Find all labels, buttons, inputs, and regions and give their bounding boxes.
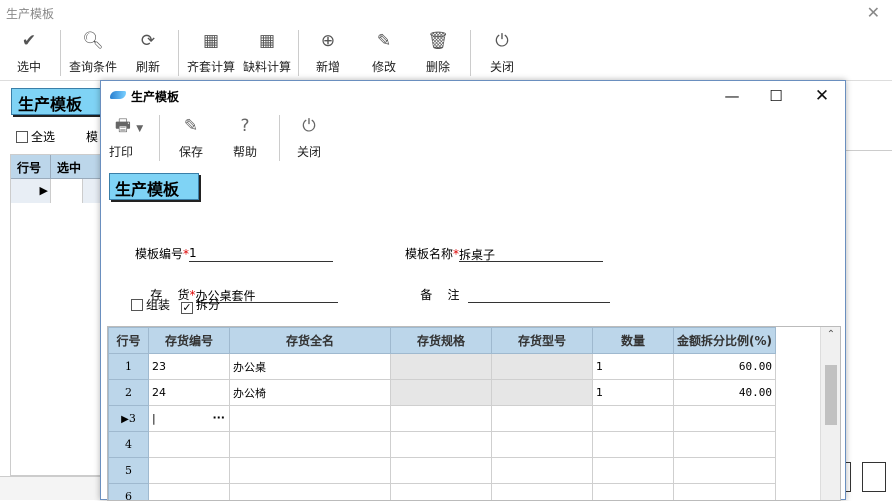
scroll-up-icon[interactable]: ⌃ [821, 329, 841, 340]
grid-header-row: 行号 存货编号 存货全名 存货规格 存货型号 数量 金额拆分比例(%) [109, 328, 776, 354]
dialog-toolbar: 🖶︎ ▼ 打印 ✎ 保存 ? 帮助 ⏻ 关闭 [101, 111, 845, 167]
main-statusbar [0, 476, 100, 500]
grid-header-rowno: 行号 [11, 155, 51, 178]
header-code[interactable]: 存货编号 [149, 328, 230, 354]
save-button[interactable]: ✎ 保存 [173, 111, 209, 166]
template-name-field: 模板名称*拆桌子 [405, 245, 603, 262]
row-pointer-icon: ▶ [121, 414, 129, 425]
split-checkbox[interactable]: ✓拆分 [181, 296, 220, 314]
remark-input[interactable] [468, 287, 610, 303]
select-all-checkbox[interactable]: 全选 [16, 128, 55, 145]
dialog-close-button[interactable]: ⏻ 关闭 [291, 111, 327, 166]
minimize-icon[interactable]: — [717, 85, 747, 107]
table-row-active[interactable]: ▶3 |··· [109, 406, 776, 432]
assemble-checkbox[interactable]: 组装 [131, 296, 170, 313]
query-conditions-button[interactable]: 🔍︎ 查询条件 [66, 26, 120, 81]
ellipsis-button[interactable]: ··· [212, 411, 225, 424]
delete-button[interactable]: 🗑︎ 删除 [418, 26, 458, 81]
edit-icon: ✎ [364, 26, 404, 56]
template-no-field: 模板编号*1 [135, 245, 333, 262]
template-name-input[interactable]: 拆桌子 [459, 246, 603, 262]
table-row[interactable]: ▶ [11, 179, 101, 203]
header-model[interactable]: 存货型号 [492, 328, 593, 354]
print-button[interactable]: 🖶︎ ▼ 打印 [107, 111, 151, 166]
table-row[interactable]: 6 [109, 484, 776, 501]
table-row[interactable]: 4 [109, 432, 776, 458]
maximize-icon[interactable]: ☐ [761, 85, 791, 107]
pen-icon: ✎ [173, 111, 209, 141]
plus-circle-icon: ⊕ [308, 26, 348, 56]
main-heading: 生产模板 [11, 88, 101, 115]
grid-scrollbar[interactable]: ⌃ [820, 327, 840, 501]
checkbox-box [131, 299, 143, 311]
checkbox-box [16, 131, 28, 143]
close-icon[interactable]: ✕ [807, 85, 837, 107]
template-dialog: 生产模板 — ☐ ✕ 🖶︎ ▼ 打印 ✎ 保存 ? 帮助 ⏻ 关闭 生产模板 模… [100, 80, 846, 500]
header-ratio[interactable]: 金额拆分比例(%) [674, 328, 776, 354]
calculator-icon: ▦ [184, 26, 238, 56]
search-icon: 🔍︎ [66, 26, 120, 56]
main-window-titlebar: 生产模板 ✕ [0, 0, 892, 26]
header-name[interactable]: 存货全名 [230, 328, 391, 354]
refresh-icon: ⟳ [128, 26, 168, 56]
template-no-input[interactable]: 1 [189, 246, 333, 262]
power-icon: ⏻ [291, 111, 327, 141]
table-row[interactable]: 1 23 办公桌 1 60.00 [109, 354, 776, 380]
code-editor-cell[interactable]: |··· [149, 406, 230, 432]
help-button[interactable]: ? 帮助 [227, 111, 263, 166]
detail-grid: 行号 存货编号 存货全名 存货规格 存货型号 数量 金额拆分比例(%) 1 23… [107, 326, 841, 501]
trash-icon: 🗑︎ [418, 26, 458, 56]
checkmark-icon: ✓ [181, 302, 193, 314]
main-window-title: 生产模板 [6, 5, 54, 22]
partial-label: 模 [86, 128, 98, 145]
select-button[interactable]: ✔ 选中 [8, 26, 50, 81]
chevron-down-icon[interactable]: ▼ [136, 124, 143, 134]
header-spec[interactable]: 存货规格 [391, 328, 492, 354]
close-button[interactable]: ⏻ 关闭 [482, 26, 522, 81]
app-logo-icon [110, 91, 126, 99]
scrollbar-thumb[interactable] [825, 365, 837, 425]
edit-button[interactable]: ✎ 修改 [364, 26, 404, 81]
kit-calc-button[interactable]: ▦ 齐套计算 [184, 26, 238, 81]
dialog-heading: 生产模板 [109, 173, 199, 200]
header-rowno[interactable]: 行号 [109, 328, 149, 354]
refresh-button[interactable]: ⟳ 刷新 [128, 26, 168, 81]
dialog-titlebar: 生产模板 — ☐ ✕ [101, 81, 845, 111]
main-toolbar: ✔ 选中 🔍︎ 查询条件 ⟳ 刷新 ▦ 齐套计算 ▦ 缺料计算 ⊕ 新增 ✎ 修… [0, 26, 892, 81]
shortage-calc-button[interactable]: ▦ 缺料计算 [240, 26, 294, 81]
remark-field: 备 注 [405, 272, 610, 317]
status-square-4 [862, 462, 886, 492]
add-button[interactable]: ⊕ 新增 [308, 26, 348, 81]
check-circle-icon: ✔ [8, 26, 50, 56]
printer-icon: 🖶︎ ▼ [107, 111, 151, 141]
header-qty[interactable]: 数量 [593, 328, 674, 354]
table-row[interactable]: 2 24 办公椅 1 40.00 [109, 380, 776, 406]
power-icon: ⏻ [482, 26, 522, 56]
calculator-icon: ▦ [240, 26, 294, 56]
main-grid: 行号 选中 ▶ [10, 154, 102, 476]
table-row[interactable]: 5 [109, 458, 776, 484]
row-pointer-icon: ▶ [11, 179, 51, 203]
help-icon: ? [227, 111, 263, 141]
dialog-title: 生产模板 [131, 88, 179, 105]
grid-header-selected: 选中 [51, 155, 101, 178]
main-close-icon[interactable]: ✕ [867, 3, 880, 22]
